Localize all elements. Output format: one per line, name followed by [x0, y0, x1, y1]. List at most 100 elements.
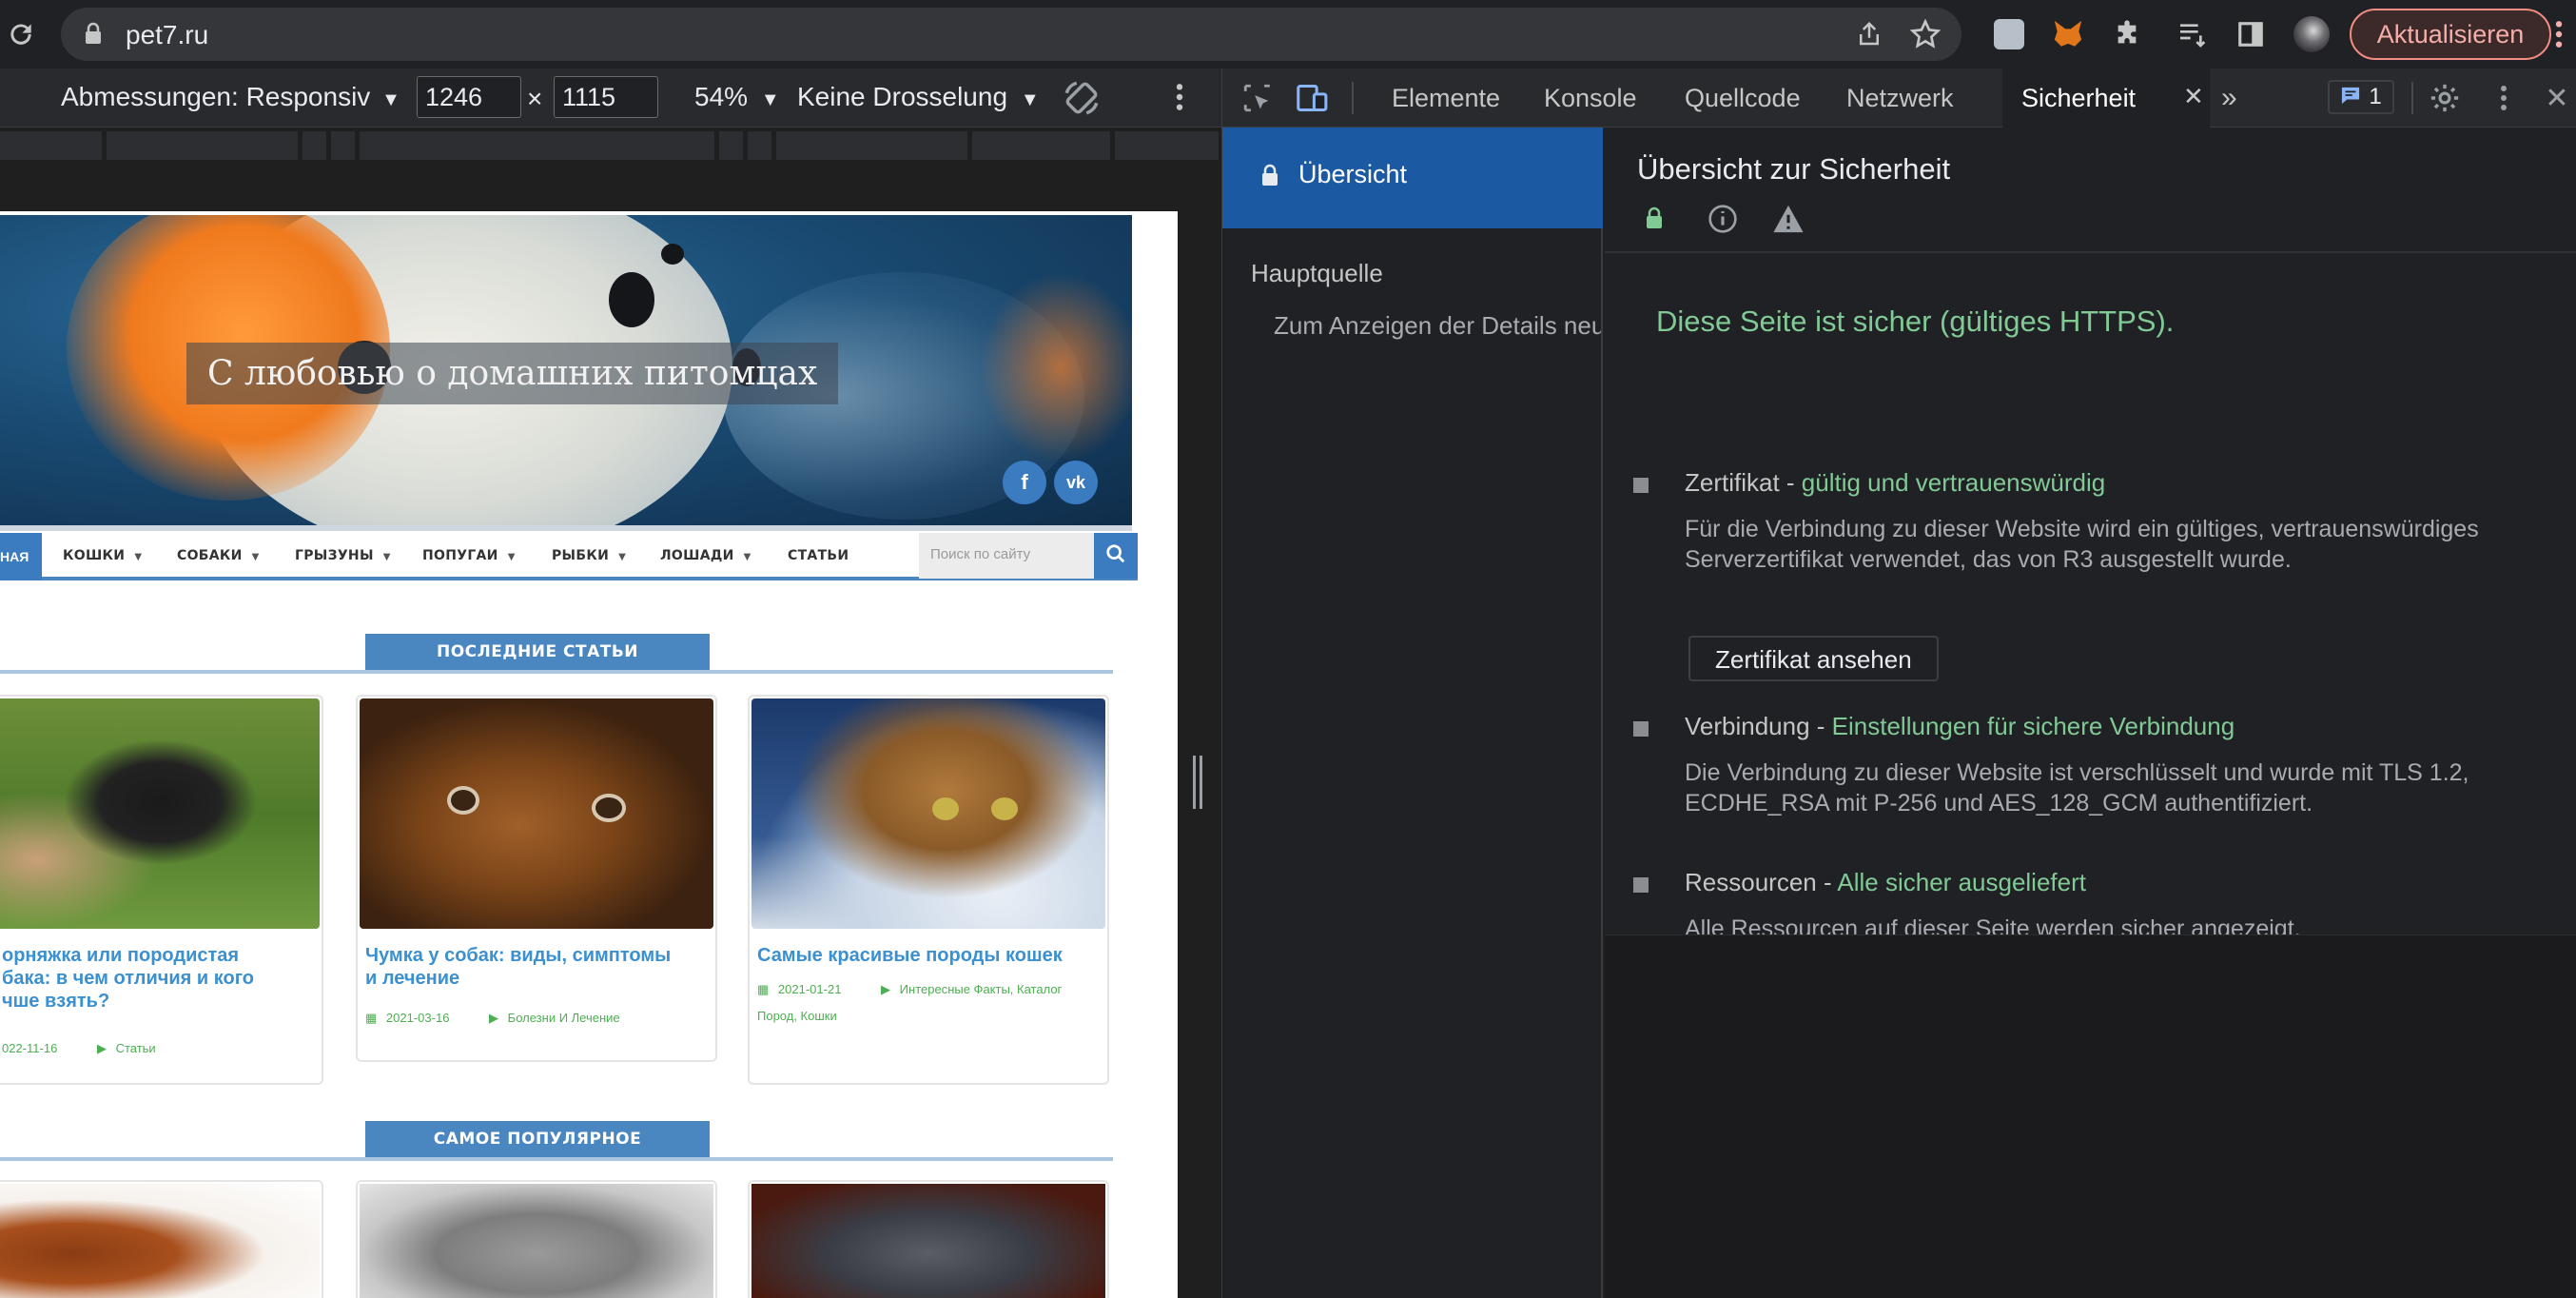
article-card[interactable]: Чумка у собак: виды, симптомы и лечение …: [356, 695, 717, 1062]
popular-card[interactable]: [748, 1180, 1109, 1298]
more-tabs-icon[interactable]: »: [2221, 67, 2237, 126]
site-search-button[interactable]: [1094, 533, 1138, 579]
popular-image[interactable]: [360, 1184, 713, 1298]
summary-divider: [1605, 251, 2576, 253]
resources-heading: Ressourcen - Alle sicher ausgeliefert: [1685, 868, 2086, 897]
date-value: 022-11-16: [2, 1041, 58, 1055]
popular-image[interactable]: [751, 1184, 1105, 1298]
sidebar-item-overview[interactable]: Übersicht: [1222, 128, 1603, 228]
zoom-select[interactable]: 54% ▼: [694, 82, 780, 112]
bullet-icon: [1633, 478, 1649, 493]
lock-icon: [1260, 164, 1279, 193]
inspect-element-icon[interactable]: [1239, 80, 1276, 116]
address-bar[interactable]: pet7.ru: [61, 8, 1961, 61]
extensions-puzzle-icon[interactable]: [2108, 15, 2146, 53]
metamask-fox-icon[interactable]: [2049, 15, 2087, 53]
settings-gear-icon[interactable]: [2427, 80, 2463, 116]
profile-avatar-icon[interactable]: [2293, 15, 2331, 53]
site-search-input[interactable]: Поиск по сайту: [919, 533, 1094, 579]
nav-item-dogs[interactable]: СОБАКИ ▼: [177, 548, 260, 563]
tab-elements[interactable]: Elemente: [1392, 69, 1500, 128]
article-image[interactable]: [751, 698, 1105, 929]
throttle-select[interactable]: Keine Drosselung ▼: [797, 82, 1040, 112]
article-card[interactable]: Самые красивые породы кошек ▦ 2021-01-21…: [748, 695, 1109, 1085]
vk-icon[interactable]: vk: [1054, 461, 1098, 504]
issues-badge[interactable]: 1: [2328, 80, 2394, 114]
update-button[interactable]: Aktualisieren: [2350, 9, 2551, 60]
devtools-panel: Elemente Konsole Quellcode Netzwerk Sich…: [1221, 69, 2576, 1298]
article-tags-continued[interactable]: Пород, Кошки: [757, 1009, 837, 1023]
secure-lock-icon: [1645, 206, 1664, 235]
dimensions-label: Abmessungen: Responsiv: [61, 82, 371, 111]
popular-image[interactable]: [0, 1184, 320, 1298]
article-tags[interactable]: Статьи: [116, 1041, 156, 1055]
article-image[interactable]: [0, 698, 320, 929]
certificate-label: Zertifikat -: [1685, 468, 1802, 497]
tab-sources[interactable]: Quellcode: [1685, 69, 1801, 128]
article-tags[interactable]: Интересные Факты, Каталог: [900, 982, 1063, 996]
security-overview: Übersicht zur Sicherheit Diese Seite ist…: [1605, 128, 2576, 942]
banner-divider: [0, 525, 1132, 531]
sidebar-reload-hint: Zum Anzeigen der Details neu laden: [1274, 311, 1601, 340]
share-icon[interactable]: [1855, 19, 1883, 54]
rotate-icon[interactable]: [1062, 78, 1102, 123]
article-card[interactable]: орняжка или породистая бака: в чем отлич…: [0, 695, 323, 1085]
security-summary-headline: Diese Seite ist sicher (gültiges HTTPS).: [1656, 305, 2175, 338]
nav-item-fish[interactable]: РЫБКИ ▼: [552, 548, 626, 563]
tab-network[interactable]: Netzwerk: [1846, 69, 1954, 128]
section-divider: [0, 1157, 1113, 1161]
bookmark-star-icon[interactable]: [1909, 18, 1942, 54]
viewport-height-input[interactable]: [554, 76, 658, 118]
chevron-down-icon: ▼: [134, 552, 143, 562]
lock-icon[interactable]: [84, 22, 103, 49]
viewport-width-input[interactable]: [417, 76, 521, 118]
reading-list-icon[interactable]: [2173, 15, 2211, 53]
nav-item-rodents[interactable]: ГРЫЗУНЫ ▼: [295, 548, 391, 563]
devtools-menu-icon[interactable]: [2486, 80, 2522, 116]
article-image[interactable]: [360, 698, 713, 929]
site-nav: НАЯ КОШКИ ▼ СОБАКИ ▼ ГРЫЗУНЫ ▼ ПОПУГАИ ▼ РЫБ…: [0, 533, 1138, 580]
nav-item-cats[interactable]: КОШКИ ▼: [63, 548, 142, 563]
browser-toolbar: pet7.ru Aktualisieren: [0, 0, 2576, 69]
chevron-down-icon: ▼: [507, 552, 516, 562]
article-tags[interactable]: Болезни И Лечение: [508, 1011, 620, 1025]
nav-item-articles[interactable]: СТАТЬИ: [788, 548, 849, 563]
device-toggle-icon[interactable]: [1295, 80, 1331, 116]
connection-section: Verbindung - Einstellungen für sichere V…: [1633, 712, 2566, 826]
popular-card[interactable]: [0, 1180, 323, 1298]
media-query-ruler[interactable]: [0, 128, 1221, 164]
warning-icon: [1772, 204, 1805, 239]
date-value: 2021-03-16: [385, 1011, 450, 1025]
device-toolbar: Abmessungen: Responsiv ▼ × 54% ▼ Keine D…: [0, 69, 1221, 128]
close-devtools-icon[interactable]: ✕: [2539, 80, 2575, 116]
chat-icon: [2340, 86, 2361, 109]
facebook-icon[interactable]: f: [1003, 461, 1046, 504]
splitter-grip-icon[interactable]: [1193, 756, 1202, 809]
devtools-splitter[interactable]: [1178, 211, 1221, 1298]
banner-fish-tail: [980, 272, 1132, 462]
certificate-section: Zertifikat - gültig und vertrauenswürdig…: [1633, 468, 2566, 697]
popular-card[interactable]: [356, 1180, 717, 1298]
url-text[interactable]: pet7.ru: [126, 20, 208, 50]
chevron-down-icon: ▼: [251, 552, 260, 562]
tab-security[interactable]: Sicherheit ✕: [2002, 69, 2210, 128]
nav-item-horses[interactable]: ЛОШАДИ ▼: [660, 548, 751, 563]
close-icon[interactable]: ✕: [2183, 82, 2204, 111]
device-toolbar-more-icon[interactable]: [1176, 82, 1183, 117]
reload-icon[interactable]: [2, 15, 40, 53]
browser-menu-icon[interactable]: [2540, 15, 2576, 53]
dimensions-select[interactable]: Abmessungen: Responsiv ▼: [61, 82, 400, 112]
extension-icon[interactable]: [1990, 15, 2028, 53]
article-title[interactable]: орняжка или породистая бака: в чем отлич…: [2, 944, 344, 1013]
page-title: Übersicht zur Sicherheit: [1637, 152, 1951, 186]
article-title[interactable]: Самые красивые породы кошек: [757, 944, 1100, 967]
tab-console[interactable]: Konsole: [1544, 69, 1637, 128]
nav-item-parrots[interactable]: ПОПУГАИ ▼: [422, 548, 516, 563]
connection-description: Die Verbindung zu dieser Website ist ver…: [1685, 759, 2469, 816]
article-title[interactable]: Чумка у собак: виды, симптомы и лечение: [365, 944, 708, 990]
side-panel-icon[interactable]: [2232, 15, 2270, 53]
date-value: 2021-01-21: [777, 982, 842, 996]
view-certificate-button[interactable]: Zertifikat ansehen: [1688, 636, 1939, 681]
article-meta: ▦ 2021-03-16 ▶ Болезни И Лечение: [365, 1005, 708, 1032]
nav-item-home[interactable]: НАЯ: [0, 533, 42, 580]
